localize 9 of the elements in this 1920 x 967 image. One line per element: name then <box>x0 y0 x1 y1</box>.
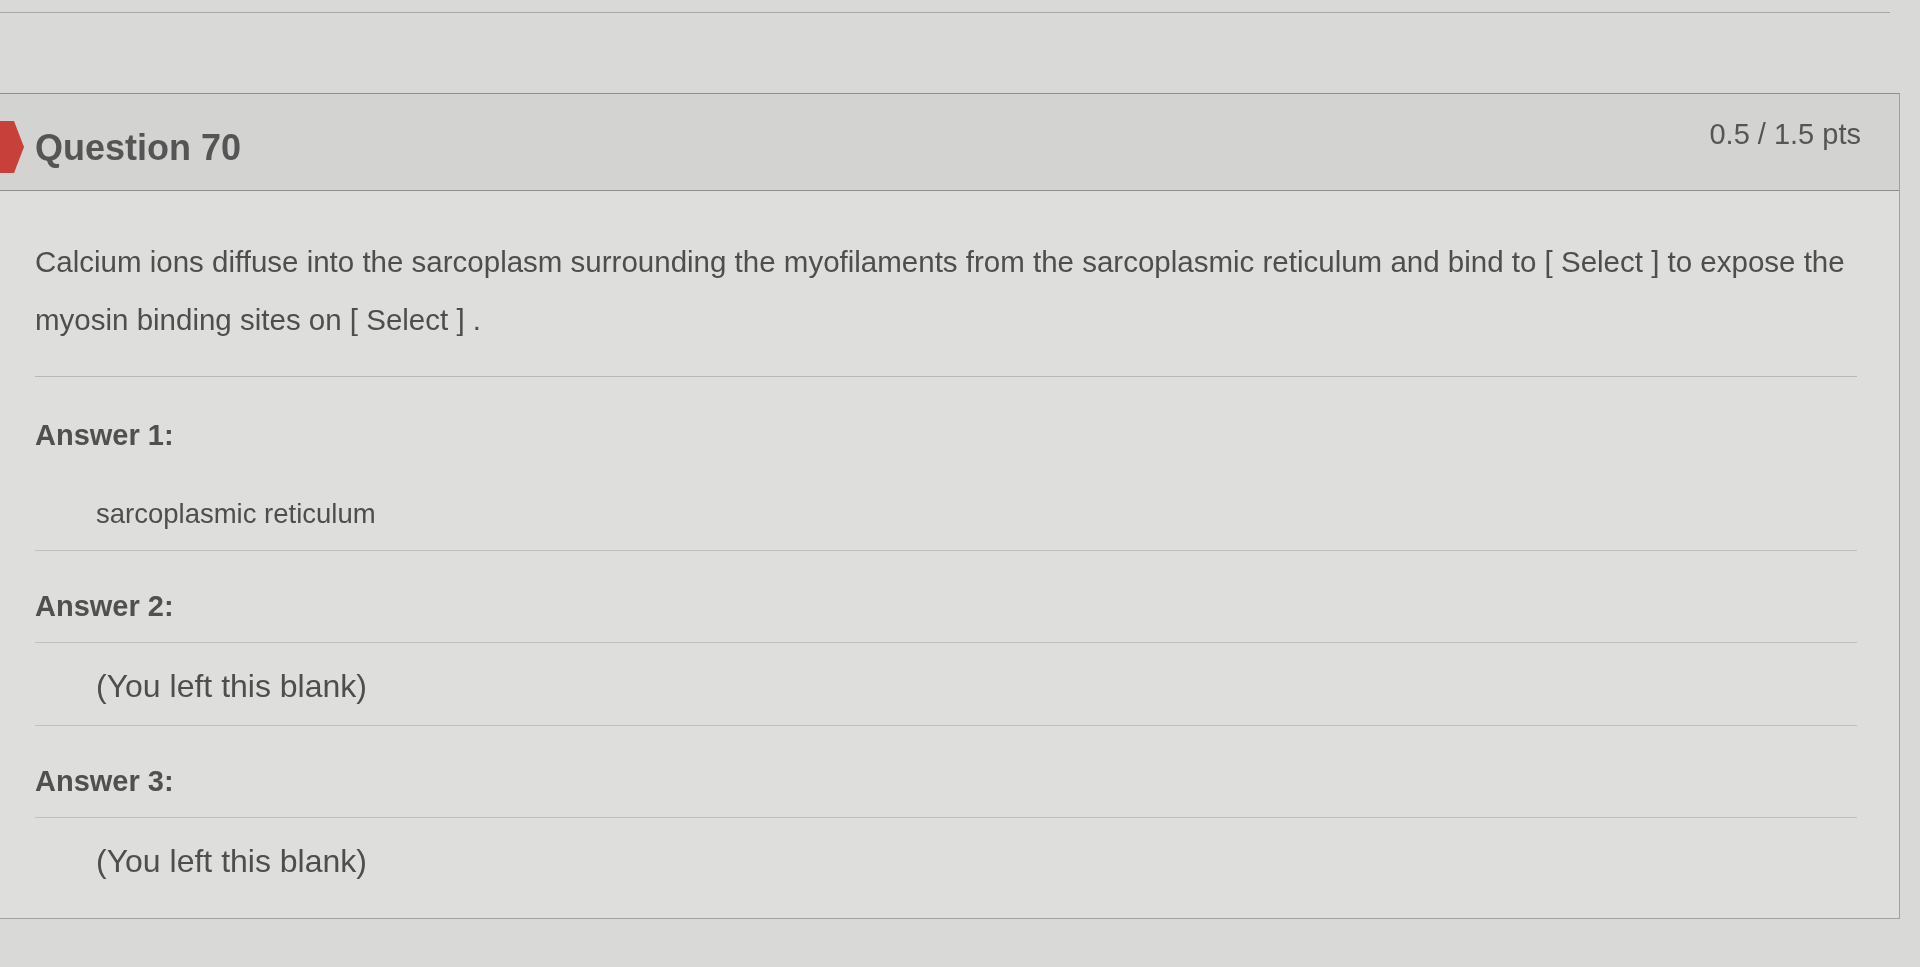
answer-label: Answer 1: <box>35 418 174 452</box>
points-score: 0.5 / 1.5 pts <box>1709 117 1861 151</box>
question-title: Question 70 <box>35 127 242 169</box>
answer-text: sarcoplasmic reticulum <box>95 497 376 531</box>
blank-answer-text: (You left this blank) <box>35 817 1857 900</box>
question-text: Calcium ions diffuse into the sarcoplasm surrounding the myofilaments from the sarcoplasmic reticulum and bind to [ Select ] to expose the myosin binding sites on [ Select ] . <box>35 191 1857 377</box>
blank-answer-text: (You left this blank) <box>35 642 1857 725</box>
answer-label: Answer 3: <box>35 764 174 799</box>
answer-label: Answer 2: <box>35 589 174 624</box>
